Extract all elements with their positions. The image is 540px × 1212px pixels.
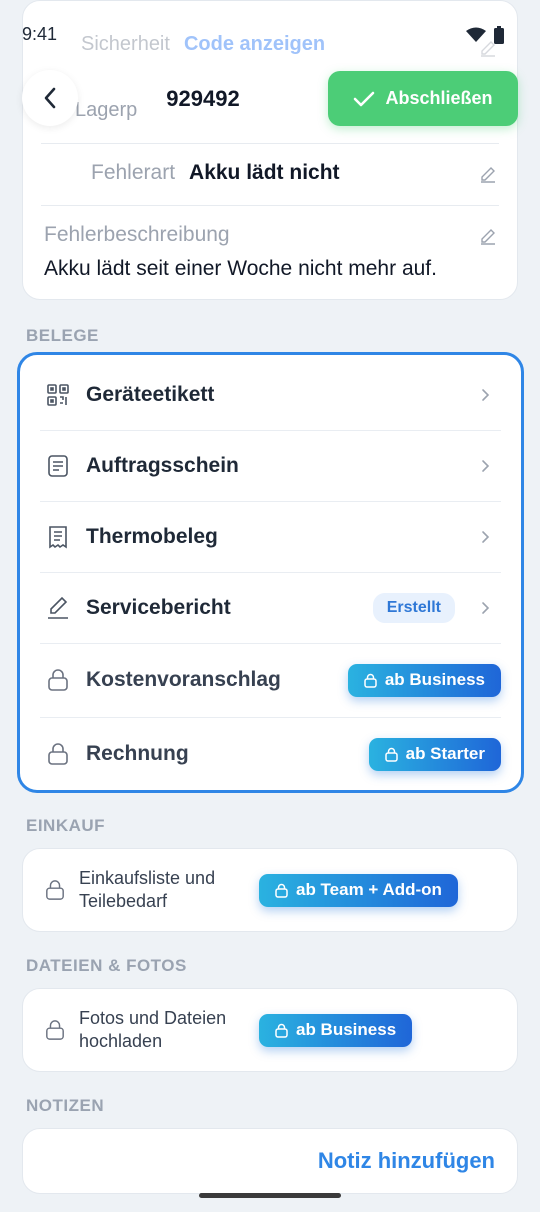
- doc-label: Geräteetikett: [86, 382, 215, 406]
- home-indicator[interactable]: [199, 1193, 341, 1198]
- doc-label: Auftragsschein: [86, 453, 239, 477]
- section-notizen: NOTIZEN: [26, 1096, 105, 1115]
- dateien-label: Fotos und Dateien hochladen: [79, 1008, 227, 1051]
- lock-icon: [364, 673, 377, 688]
- add-note-button[interactable]: Notiz hinzufügen: [318, 1148, 495, 1174]
- storage-label: Lagerp: [75, 99, 138, 121]
- doc-row-thermobeleg[interactable]: Thermobeleg: [40, 501, 501, 572]
- error-type-label: Fehlerart: [91, 161, 176, 184]
- notes-card: Notiz hinzufügen: [22, 1128, 518, 1194]
- status-badge: Erstellt: [372, 592, 455, 623]
- lock-icon: [46, 668, 70, 692]
- finish-label: Abschließen: [385, 88, 493, 108]
- check-icon: [354, 91, 375, 106]
- chevron-left-icon: [44, 87, 56, 109]
- back-button[interactable]: [22, 70, 78, 126]
- lock-icon: [46, 742, 70, 766]
- lock-icon: [384, 747, 398, 762]
- order-id: 929492: [140, 72, 266, 126]
- plan-label: ab Team + Add-on: [296, 880, 442, 899]
- error-type-value: Akku lädt nicht: [189, 161, 340, 184]
- section-dateien: DATEIEN & FOTOS: [26, 956, 187, 975]
- document-icon: [46, 454, 70, 478]
- divider: [41, 205, 499, 206]
- chevron-right-icon: [482, 459, 490, 472]
- wifi-icon: [466, 27, 486, 42]
- battery-icon: [494, 26, 504, 44]
- chevron-right-icon: [482, 530, 490, 543]
- description-label: Fehlerbeschreibung: [44, 223, 230, 246]
- edit-error-type-icon[interactable]: [479, 165, 497, 183]
- lock-icon: [275, 1023, 288, 1038]
- plan-badge[interactable]: ab Starter: [368, 737, 501, 771]
- status-time: 9:41: [22, 24, 58, 44]
- chevron-right-icon: [482, 601, 490, 614]
- doc-label: Rechnung: [86, 742, 189, 765]
- doc-label: Kostenvoranschlag: [86, 668, 281, 691]
- plan-label: ab Starter: [405, 744, 485, 763]
- error-type-row: Fehlerart Akku lädt nicht: [91, 161, 340, 185]
- edit-description-icon[interactable]: [479, 227, 497, 245]
- plan-badge[interactable]: ab Business: [347, 663, 501, 697]
- plan-label: ab Business: [296, 1020, 397, 1039]
- qr-code-icon: [46, 383, 70, 407]
- divider: [41, 143, 499, 144]
- finish-button[interactable]: Abschließen: [328, 71, 518, 126]
- lock-icon: [275, 883, 288, 898]
- plan-badge[interactable]: ab Team + Add-on: [259, 873, 458, 907]
- doc-row-geraeteetikett[interactable]: Geräteetikett: [40, 359, 501, 430]
- dateien-card[interactable]: Fotos und Dateien hochladen ab Business: [22, 988, 518, 1072]
- lock-icon: [43, 879, 67, 901]
- pencil-icon: [46, 596, 70, 620]
- doc-label: Servicebericht: [86, 595, 231, 619]
- section-einkauf: EINKAUF: [26, 816, 106, 835]
- description-text: Akku lädt seit einer Woche nicht mehr au…: [44, 257, 437, 280]
- plan-label: ab Business: [384, 670, 485, 689]
- lock-icon: [43, 1019, 67, 1041]
- doc-row-rechnung[interactable]: Rechnung ab Starter: [40, 717, 501, 791]
- section-belege: BELEGE: [26, 326, 99, 345]
- belege-card: Geräteetikett Auftragsschein Thermobeleg…: [17, 352, 524, 793]
- doc-row-servicebericht[interactable]: Servicebericht Erstellt: [40, 572, 501, 643]
- doc-label: Thermobeleg: [86, 524, 218, 548]
- status-bar: 9:41: [0, 0, 540, 64]
- status-icons: [466, 26, 504, 44]
- chevron-right-icon: [482, 388, 490, 401]
- plan-badge[interactable]: ab Business: [259, 1013, 413, 1047]
- einkauf-card[interactable]: Einkaufsliste und Teilebedarf ab Team + …: [22, 848, 518, 932]
- receipt-icon: [46, 525, 70, 549]
- einkauf-label: Einkaufsliste und Teilebedarf: [79, 868, 216, 911]
- doc-row-auftragsschein[interactable]: Auftragsschein: [40, 430, 501, 501]
- doc-row-kostenvoranschlag[interactable]: Kostenvoranschlag ab Business: [40, 643, 501, 717]
